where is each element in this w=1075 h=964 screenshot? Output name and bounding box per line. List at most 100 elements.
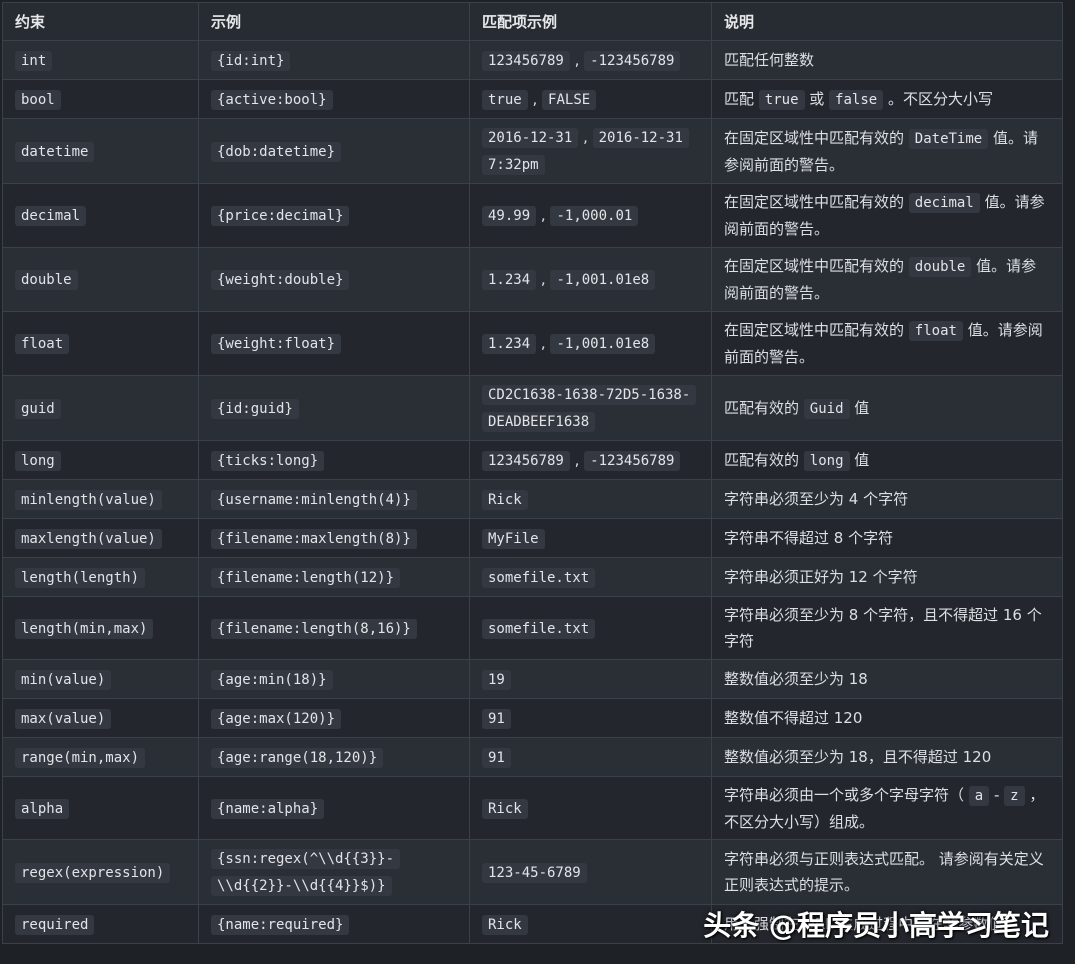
constraint-code: decimal — [15, 206, 87, 226]
table-row: datetime {dob:datetime} 2016-12-31 , 2016-… — [2, 118, 1063, 184]
example-cell: {id:int} — [198, 40, 470, 80]
description-cell: 字符串不得超过 8 个字符 — [711, 518, 1063, 558]
match-code: FALSE — [542, 89, 597, 110]
constraint-code: min(value) — [15, 669, 112, 690]
table-header: 约束 示例 匹配项示例 说明 — [2, 2, 1063, 41]
match-code: Rick — [482, 914, 528, 935]
description-cell: 匹配 true 或 false 。不区分大小写 — [711, 79, 1063, 119]
match-example-cell: 123456789 , -123456789 — [469, 40, 712, 80]
constraint-code: datetime — [15, 141, 95, 162]
description-cell: 在固定区域性中匹配有效的 decimal 值。请参阅前面的警告。 — [711, 183, 1063, 248]
description-code: Guid — [803, 398, 850, 419]
description-cell: 在固定区域性中匹配有效的 double 值。请参阅前面的警告。 — [711, 247, 1063, 312]
match-code: 2016-12-31 — [482, 128, 579, 148]
table-row: double {weight:double} 1.234 , -1,001.01e8… — [2, 247, 1063, 312]
example-code: {id:int} — [211, 50, 291, 71]
match-separator: , — [569, 50, 585, 69]
constraint-code: long — [15, 450, 61, 471]
description-code: decimal — [908, 193, 980, 213]
description-code: long — [803, 450, 850, 471]
constraint-cell: required — [2, 904, 199, 944]
example-code: {weight:float} — [211, 334, 342, 354]
example-cell: {ticks:long} — [198, 440, 470, 480]
description-text: 值 — [849, 450, 870, 469]
description-text: 在固定区域性中匹配有效的 — [724, 257, 909, 275]
table-row: maxlength(value) {filename:maxlength(8)} M… — [2, 518, 1063, 558]
example-code: {ticks:long} — [211, 450, 325, 471]
example-cell: {name:alpha} — [198, 776, 470, 840]
match-example-cell: 49.99 , -1,000.01 — [469, 183, 712, 248]
constraint-cell: double — [2, 247, 199, 312]
constraint-code: float — [15, 334, 70, 354]
description-text: 匹配 — [724, 89, 759, 108]
example-cell: {age:min(18)} — [198, 659, 470, 699]
match-code: -123456789 — [584, 450, 681, 471]
description-text: 在固定区域性中匹配有效的 — [724, 128, 909, 147]
description-cell: 整数值不得超过 120 — [711, 698, 1063, 738]
constraint-cell: alpha — [2, 776, 199, 840]
table-row: regex(expression) {ssn:regex(^\\d{{3}}-\\… — [2, 839, 1063, 905]
header-description: 说明 — [711, 2, 1063, 41]
example-code: {dob:datetime} — [211, 141, 342, 162]
example-code: {age:range(18,120)} — [211, 747, 384, 768]
description-text: 匹配有效的 — [724, 398, 804, 417]
match-code: 123456789 — [482, 450, 570, 471]
table-row: guid {id:guid} CD2C1638-1638-72D5-1638-DEA… — [2, 375, 1063, 441]
constraint-code: maxlength(value) — [15, 528, 162, 549]
table-header-row: 约束 示例 匹配项示例 说明 — [2, 2, 1063, 41]
example-code: {age:min(18)} — [211, 669, 333, 690]
constraint-cell: regex(expression) — [2, 839, 199, 905]
table-row: int {id:int} 123456789 , -123456789 匹配任何整数 — [2, 40, 1063, 80]
match-code: 19 — [482, 669, 511, 690]
description-code: float — [908, 321, 963, 341]
constraint-code: int — [15, 50, 53, 71]
match-separator: , — [536, 206, 551, 224]
description-cell: 字符串必须与正则表达式匹配。 请参阅有关定义正则表达式的提示。 — [711, 839, 1063, 905]
match-separator: , — [536, 334, 551, 352]
match-example-cell: CD2C1638-1638-72D5-1638-DEADBEEF1638 — [469, 375, 712, 441]
table-row: max(value) {age:max(120)} 91 整数值不得超过 120 — [2, 698, 1063, 738]
constraint-code: length(length) — [15, 567, 146, 588]
description-code: true — [758, 89, 805, 110]
match-code: 91 — [482, 708, 511, 729]
table-row: bool {active:bool} true , FALSE 匹配 true 或 f… — [2, 79, 1063, 119]
constraint-cell: maxlength(value) — [2, 518, 199, 558]
table-row: length(min,max) {filename:length(8,16)} so… — [2, 596, 1063, 660]
match-separator: , — [578, 128, 593, 146]
match-example-cell: Rick — [469, 479, 712, 519]
constraint-cell: min(value) — [2, 659, 199, 699]
watermark: 头条 @程序员小高学习笔记 — [703, 909, 1049, 942]
constraint-cell: decimal — [2, 183, 199, 248]
description-text: 整数值必须至少为 18，且不得超过 120 — [724, 748, 992, 766]
constraint-code: bool — [15, 89, 61, 110]
match-code: 49.99 — [482, 206, 537, 226]
match-code: -1,001.01e8 — [550, 270, 656, 290]
header-example: 示例 — [198, 2, 470, 41]
constraint-cell: bool — [2, 79, 199, 119]
match-code: 123456789 — [482, 50, 570, 71]
example-code: {filename:maxlength(8)} — [211, 528, 417, 549]
match-code: 1.234 — [482, 334, 537, 354]
description-cell: 字符串必须正好为 12 个字符 — [711, 557, 1063, 597]
table-row: min(value) {age:min(18)} 19 整数值必须至少为 18 — [2, 659, 1063, 699]
constraint-cell: datetime — [2, 118, 199, 184]
example-cell: {ssn:regex(^\\d{{3}}-\\d{{2}}-\\d{{4}}$)… — [198, 839, 470, 905]
example-cell: {price:decimal} — [198, 183, 470, 248]
constraint-code: range(min,max) — [15, 747, 146, 768]
match-example-cell: Rick — [469, 776, 712, 840]
constraint-code: minlength(value) — [15, 489, 162, 510]
match-example-cell: 91 — [469, 698, 712, 738]
constraint-code: regex(expression) — [15, 862, 171, 883]
example-code: {age:max(120)} — [211, 708, 342, 729]
match-separator: , — [536, 270, 551, 288]
description-text: 在固定区域性中匹配有效的 — [724, 193, 909, 211]
constraint-code: alpha — [15, 798, 70, 819]
description-text: 字符串必须由一个或多个字母字符（ — [724, 785, 969, 804]
match-example-cell: somefile.txt — [469, 596, 712, 660]
description-text: 字符串必须正好为 12 个字符 — [724, 568, 918, 586]
match-code: -1,001.01e8 — [550, 334, 656, 354]
example-code: {username:minlength(4)} — [211, 489, 417, 510]
table-row: minlength(value) {username:minlength(4)} R… — [2, 479, 1063, 519]
match-example-cell: 2016-12-31 , 2016-12-31 7:32pm — [469, 118, 712, 184]
example-cell: {weight:double} — [198, 247, 470, 312]
